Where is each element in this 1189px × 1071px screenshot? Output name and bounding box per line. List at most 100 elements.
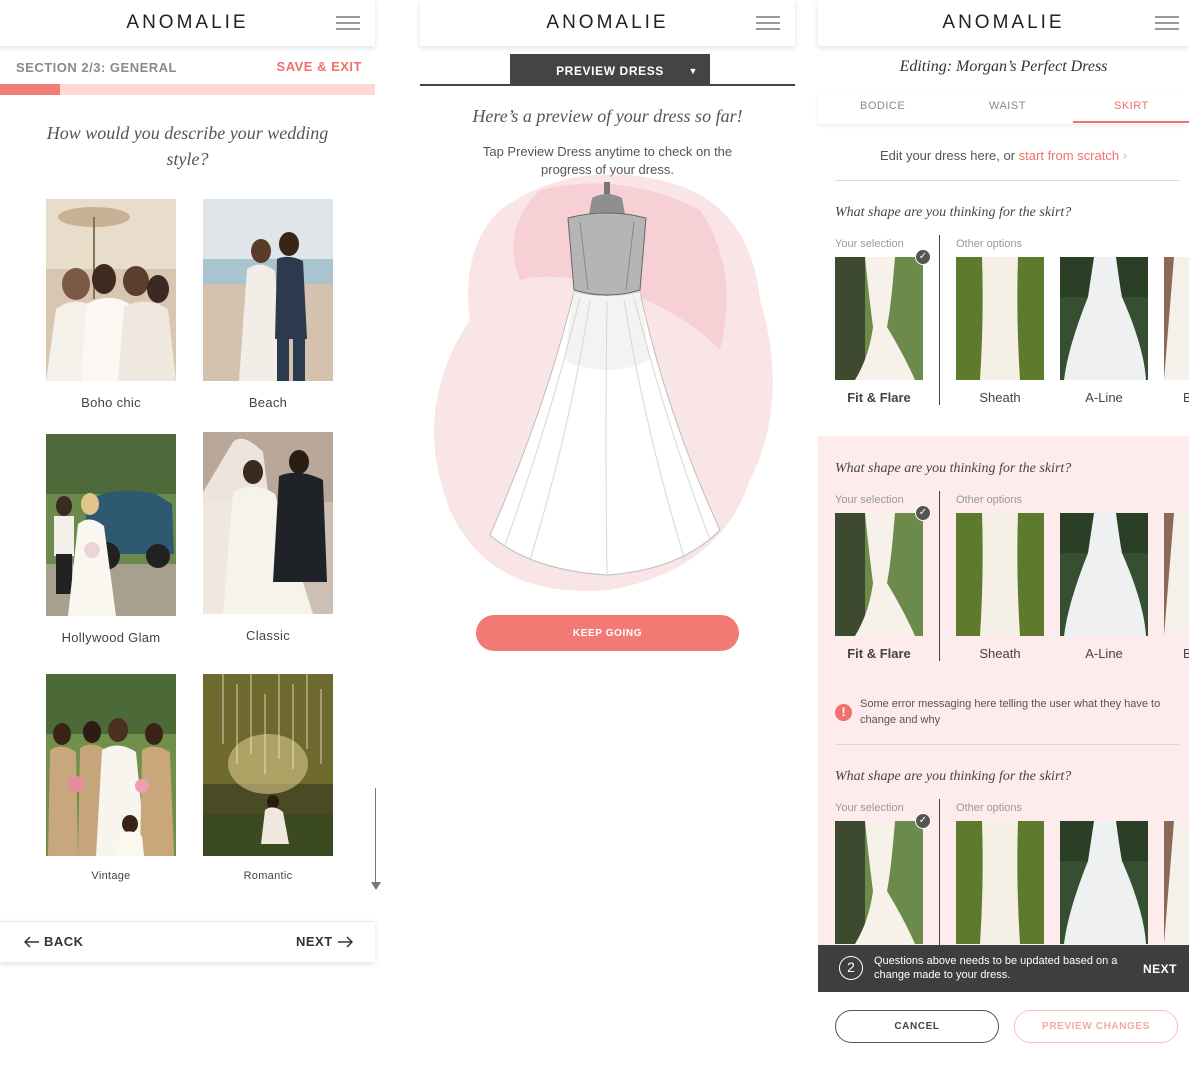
back-label: BACK bbox=[44, 934, 84, 949]
option-label: A-Line bbox=[1085, 646, 1123, 661]
classic-photo bbox=[203, 432, 333, 614]
tab-waist[interactable]: WAIST bbox=[989, 100, 1026, 112]
skirt-question-block: What shape are you thinking for the skir… bbox=[818, 205, 1189, 420]
fit-flare-photo bbox=[835, 821, 923, 944]
edit-dress-screen: ANOMALIE Editing: Morgan’s Perfect Dress… bbox=[818, 0, 1189, 1071]
tab-skirt[interactable]: SKIRT bbox=[1114, 100, 1149, 112]
skirt-question-block-error: What shape are you thinking for the skir… bbox=[818, 461, 1189, 676]
option-label: Sheath bbox=[979, 390, 1021, 405]
style-option-vintage[interactable]: Vintage bbox=[46, 674, 176, 882]
a-line-photo bbox=[1060, 821, 1148, 944]
keep-going-button[interactable]: KEEP GOING bbox=[476, 615, 739, 651]
your-selection-label: Your selection bbox=[835, 802, 904, 814]
tab-bodice[interactable]: BODICE bbox=[860, 100, 905, 112]
preview-title: Here’s a preview of your dress so far! bbox=[472, 106, 743, 126]
preview-dress-tab[interactable]: PREVIEW DRESS ▼ bbox=[510, 54, 710, 85]
option-label: A-Line bbox=[1085, 390, 1123, 405]
selection-divider bbox=[939, 235, 940, 405]
update-notice-text: Questions above needs to be updated base… bbox=[874, 955, 1118, 981]
skirt-question-block: What shape are you thinking for the skir… bbox=[818, 769, 1189, 945]
menu-icon[interactable] bbox=[336, 16, 360, 30]
back-button[interactable]: BACK bbox=[24, 934, 84, 949]
option-a-line[interactable] bbox=[1060, 821, 1148, 944]
edit-title: Editing: Morgan’s Perfect Dress bbox=[899, 58, 1108, 75]
section-label: SECTION 2/3: GENERAL bbox=[16, 60, 177, 75]
style-option-beach[interactable]: Beach bbox=[203, 199, 333, 410]
selection-divider bbox=[939, 799, 940, 945]
menu-icon[interactable] bbox=[756, 16, 780, 30]
vintage-photo bbox=[46, 674, 176, 856]
option-partial[interactable]: Bo bbox=[1164, 257, 1189, 405]
question-text: What shape are you thinking for the skir… bbox=[835, 461, 1072, 476]
scroll-down-arrow-icon bbox=[371, 882, 381, 890]
option-sheath[interactable]: Sheath bbox=[956, 257, 1044, 405]
option-fit-flare-selected[interactable] bbox=[835, 821, 923, 944]
start-from-scratch-label: start from scratch bbox=[1018, 148, 1120, 163]
option-partial[interactable] bbox=[1164, 821, 1189, 944]
checkmark-icon: ✓ bbox=[915, 505, 931, 521]
option-partial[interactable]: Bo bbox=[1164, 513, 1189, 661]
option-fit-flare-selected[interactable]: Fit & Flare bbox=[835, 257, 923, 405]
style-label: Classic bbox=[246, 628, 290, 643]
update-count-badge: 2 bbox=[839, 956, 863, 980]
your-selection-label: Your selection bbox=[835, 494, 904, 506]
error-text: Some error messaging here telling the us… bbox=[860, 698, 1161, 726]
brand-logo[interactable]: ANOMALIE bbox=[420, 12, 795, 34]
option-sheath[interactable]: Sheath bbox=[956, 513, 1044, 661]
fit-flare-photo bbox=[835, 257, 923, 380]
style-label: Hollywood Glam bbox=[61, 630, 161, 645]
style-label: Vintage bbox=[91, 870, 131, 882]
chevron-right-icon: › bbox=[1122, 148, 1128, 163]
scroll-indicator[interactable] bbox=[375, 788, 376, 884]
preview-changes-button[interactable]: PREVIEW CHANGES bbox=[1014, 1010, 1178, 1043]
option-label: Fit & Flare bbox=[847, 390, 911, 405]
style-option-boho-chic[interactable]: Boho chic bbox=[46, 199, 176, 410]
arrow-right-icon bbox=[337, 935, 353, 948]
question-text: What shape are you thinking for the skir… bbox=[835, 205, 1072, 220]
boho-chic-photo bbox=[46, 199, 176, 381]
cancel-button[interactable]: CANCEL bbox=[835, 1010, 999, 1043]
menu-icon[interactable] bbox=[1155, 16, 1179, 30]
question-text: What shape are you thinking for the skir… bbox=[835, 769, 1072, 784]
action-bar: CANCEL PREVIEW CHANGES bbox=[818, 992, 1189, 1071]
option-fit-flare-selected[interactable]: Fit & Flare bbox=[835, 513, 923, 661]
a-line-photo bbox=[1060, 257, 1148, 380]
save-exit-button[interactable]: SAVE & EXIT bbox=[277, 59, 362, 74]
style-option-hollywood-glam[interactable]: Hollywood Glam bbox=[46, 434, 176, 645]
your-selection-label: Your selection bbox=[835, 238, 904, 250]
checkmark-icon: ✓ bbox=[915, 249, 931, 265]
update-next-button[interactable]: NEXT bbox=[1143, 962, 1177, 976]
update-notice-bar: 2 Questions above needs to be updated ba… bbox=[818, 945, 1189, 992]
brand-logo[interactable]: ANOMALIE bbox=[818, 12, 1189, 34]
checkmark-icon: ✓ bbox=[915, 813, 931, 829]
fit-flare-photo bbox=[835, 513, 923, 636]
style-option-romantic[interactable]: Romantic bbox=[203, 674, 333, 882]
beach-photo bbox=[203, 199, 333, 381]
hollywood-glam-photo bbox=[46, 434, 176, 616]
divider bbox=[835, 744, 1179, 745]
sheath-photo bbox=[956, 821, 1044, 944]
style-quiz-screen: ANOMALIE SECTION 2/3: GENERAL SAVE & EXI… bbox=[0, 0, 381, 962]
option-sheath[interactable] bbox=[956, 821, 1044, 944]
a-line-photo bbox=[1060, 513, 1148, 636]
progress-fill bbox=[0, 84, 60, 95]
partial-photo bbox=[1164, 257, 1189, 380]
other-options-label: Other options bbox=[956, 494, 1023, 506]
sheath-photo bbox=[956, 257, 1044, 380]
style-label: Romantic bbox=[243, 870, 293, 882]
other-options-label: Other options bbox=[956, 238, 1023, 250]
option-a-line[interactable]: A-Line bbox=[1060, 257, 1148, 405]
style-option-classic[interactable]: Classic bbox=[203, 432, 333, 643]
style-label: Boho chic bbox=[81, 395, 141, 410]
start-from-scratch-link[interactable]: start from scratch › bbox=[1019, 148, 1127, 163]
option-a-line[interactable]: A-Line bbox=[1060, 513, 1148, 661]
option-label: Fit & Flare bbox=[847, 646, 911, 661]
option-label: Bo bbox=[1183, 646, 1189, 661]
brand-logo[interactable]: ANOMALIE bbox=[0, 12, 375, 34]
app-header: ANOMALIE bbox=[0, 0, 375, 46]
progress-bar bbox=[0, 84, 375, 95]
partial-photo bbox=[1164, 513, 1189, 636]
active-tab-indicator bbox=[1073, 121, 1189, 123]
chevron-down-icon: ▼ bbox=[688, 66, 698, 76]
next-button[interactable]: NEXT bbox=[296, 934, 353, 949]
